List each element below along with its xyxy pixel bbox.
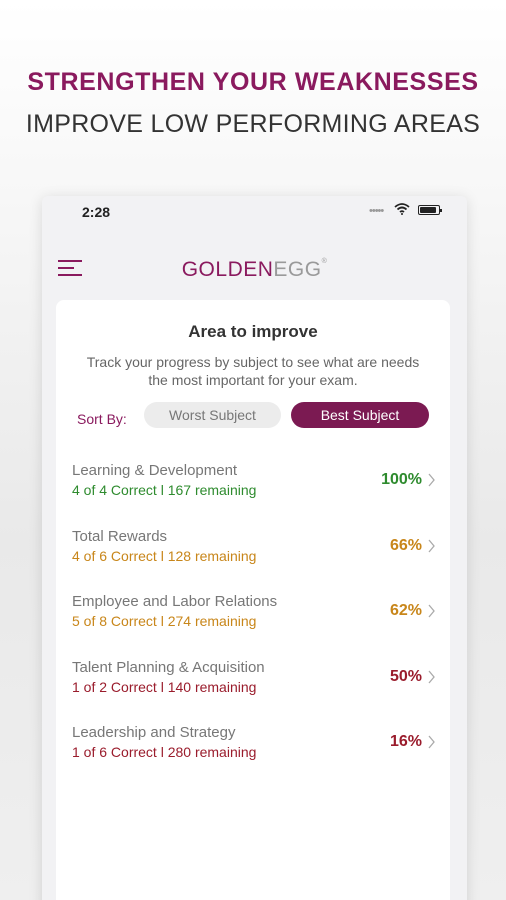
subject-percent: 100% bbox=[381, 471, 422, 488]
subject-stats: 5 of 8 Correct l 274 remaining bbox=[72, 613, 257, 629]
promo-headline: STRENGTHEN YOUR WEAKNESSES bbox=[27, 68, 479, 96]
chevron-right-icon bbox=[428, 670, 435, 683]
subject-name: Talent Planning & Acquisition bbox=[72, 658, 265, 676]
logo-egg: EGG bbox=[273, 258, 322, 281]
subject-name: Employee and Labor Relations bbox=[72, 593, 278, 610]
subject-stats: 4 of 6 Correct l 128 remaining bbox=[72, 547, 257, 564]
subject-stats: 4 of 4 Correct l 167 remaining bbox=[72, 482, 257, 498]
subject-row[interactable]: Employee and Labor Relations 5 of 8 Corr… bbox=[56, 593, 450, 659]
subject-row[interactable]: Leadership and Strategy 1 of 6 Correct l… bbox=[56, 724, 450, 790]
sort-by-label: Sort By: bbox=[77, 411, 127, 427]
worst-subject-button[interactable]: Worst Subject bbox=[144, 402, 281, 428]
subject-stats: 1 of 2 Correct l 140 remaining bbox=[72, 678, 257, 695]
wifi-icon bbox=[394, 203, 410, 215]
card-description: Track your progress by subject to see wh… bbox=[86, 354, 420, 388]
subject-percent: 50% bbox=[389, 667, 422, 685]
battery-icon bbox=[418, 205, 442, 215]
subject-row[interactable]: Talent Planning & Acquisition 1 of 2 Cor… bbox=[56, 659, 450, 725]
status-time: 2:28 bbox=[82, 204, 111, 220]
subject-name: Learning & Development bbox=[72, 462, 238, 479]
subject-row[interactable]: Learning & Development 4 of 4 Correct l … bbox=[56, 462, 450, 528]
logo-golden: GOLDEN bbox=[181, 258, 274, 281]
chevron-right-icon bbox=[428, 735, 435, 749]
subject-percent: 16% bbox=[389, 733, 422, 750]
phone-screen: 2:28 ••••• GOLDENEGG® Area to improve Tr… bbox=[42, 196, 467, 900]
status-bar: 2:28 ••••• bbox=[42, 196, 467, 226]
subject-name: Leadership and Strategy bbox=[72, 724, 236, 741]
area-to-improve-card: Area to improve Track your progress by s… bbox=[56, 300, 450, 900]
chevron-right-icon bbox=[428, 473, 435, 487]
subject-percent: 66% bbox=[389, 536, 422, 554]
subject-percent: 62% bbox=[389, 602, 422, 619]
subject-stats: 1 of 6 Correct l 280 remaining bbox=[72, 744, 257, 760]
app-logo: GOLDENEGG® bbox=[42, 258, 467, 282]
subject-list: Learning & Development 4 of 4 Correct l … bbox=[56, 462, 450, 790]
subject-row[interactable]: Total Rewards 4 of 6 Correct l 128 remai… bbox=[56, 528, 450, 594]
chevron-right-icon bbox=[428, 539, 435, 552]
logo-registered-mark: ® bbox=[321, 258, 328, 265]
chevron-right-icon bbox=[428, 604, 435, 618]
subject-name: Total Rewards bbox=[72, 527, 168, 545]
promo-subheadline: IMPROVE LOW PERFORMING AREAS bbox=[25, 110, 481, 138]
best-subject-button[interactable]: Best Subject bbox=[291, 402, 429, 428]
cellular-signal-icon: ••••• bbox=[369, 205, 384, 217]
card-title: Area to improve bbox=[188, 322, 318, 341]
